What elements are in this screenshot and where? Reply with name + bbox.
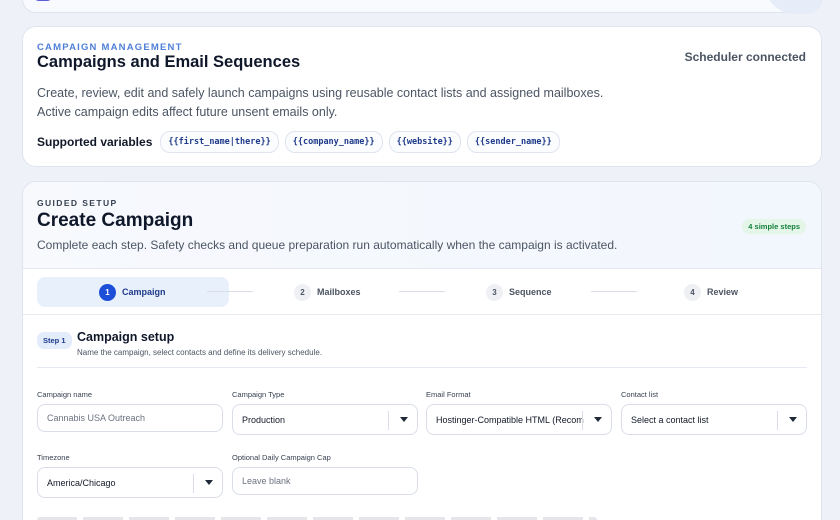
variable-chip-sender-name[interactable]: {{sender_name}} bbox=[466, 131, 560, 153]
timezone-label: Timezone bbox=[37, 453, 70, 462]
contact-list-select[interactable]: Select a contact list bbox=[621, 404, 807, 435]
steps-count-badge: 4 simple steps bbox=[742, 219, 806, 234]
email-format-field-group: Email Format Hostinger-Compatible HTML (… bbox=[426, 390, 612, 435]
daily-cap-box bbox=[232, 467, 418, 495]
stepper-step-sequence[interactable]: 3 Sequence bbox=[486, 277, 552, 307]
select-divider bbox=[582, 411, 583, 430]
variable-chip-first-name[interactable]: {{first_name|there}} bbox=[160, 131, 279, 153]
variable-chip-company-name[interactable]: {{company_name}} bbox=[284, 131, 383, 153]
step-number-2: 2 bbox=[294, 283, 311, 301]
campaign-name-box bbox=[37, 404, 223, 432]
campaign-type-value: Production bbox=[242, 414, 286, 425]
select-divider bbox=[388, 411, 389, 430]
top-header-card bbox=[22, 0, 822, 14]
supported-variables-row: Supported variables {{first_name|there}}… bbox=[37, 131, 560, 153]
step-label-review: Review bbox=[707, 287, 739, 297]
chevron-down-icon bbox=[205, 480, 213, 485]
create-campaign-header: GUIDED SETUP Create Campaign Complete ea… bbox=[23, 182, 821, 269]
management-description: Create, review, edit and safely launch c… bbox=[37, 86, 604, 119]
timezone-field-group: Timezone America/Chicago bbox=[37, 453, 223, 498]
contact-list-value: Select a contact list bbox=[631, 414, 709, 425]
create-campaign-description: Complete each step. Safety checks and qu… bbox=[37, 238, 618, 252]
campaign-type-label: Campaign Type bbox=[232, 390, 285, 399]
daily-cap-field-group: Optional Daily Campaign Cap bbox=[232, 453, 418, 495]
contact-list-label: Contact list bbox=[621, 390, 659, 399]
campaign-type-field-group: Campaign Type Production bbox=[232, 390, 418, 435]
stepper-connector bbox=[399, 291, 445, 292]
timezone-value: America/Chicago bbox=[47, 477, 116, 488]
campaign-name-input[interactable] bbox=[47, 413, 222, 423]
email-format-value: Hostinger-Compatible HTML (Recom bbox=[436, 414, 584, 425]
select-divider bbox=[777, 411, 778, 430]
contact-list-field-group: Contact list Select a contact list bbox=[621, 390, 807, 435]
step-number-1: 1 bbox=[99, 283, 116, 301]
header-pill bbox=[765, 0, 821, 14]
management-title: Campaigns and Email Sequences bbox=[37, 53, 301, 71]
step-label-sequence: Sequence bbox=[509, 287, 552, 297]
select-divider bbox=[193, 474, 194, 493]
setup-stepper: 1 Campaign 2 Mailboxes 3 Sequence 4 Revi… bbox=[23, 269, 821, 315]
chevron-down-icon bbox=[594, 417, 602, 422]
variable-chip-website[interactable]: {{website}} bbox=[388, 131, 461, 153]
email-format-select[interactable]: Hostinger-Compatible HTML (Recom bbox=[426, 404, 612, 435]
step-label-mailboxes: Mailboxes bbox=[317, 287, 361, 297]
chevron-down-icon bbox=[789, 417, 797, 422]
stepper-connector bbox=[207, 291, 253, 292]
scheduler-status: Scheduler connected bbox=[684, 50, 806, 64]
guided-setup-eyebrow: GUIDED SETUP bbox=[37, 198, 118, 208]
step-number-3: 3 bbox=[486, 283, 503, 301]
stepper-step-review[interactable]: 4 Review bbox=[684, 277, 738, 307]
daily-cap-input[interactable] bbox=[242, 476, 417, 486]
email-format-label: Email Format bbox=[426, 390, 471, 399]
campaign-setup-subtitle: Name the campaign, select contacts and d… bbox=[77, 348, 323, 357]
create-campaign-title: Create Campaign bbox=[37, 210, 194, 231]
campaign-setup-header: Step 1 Campaign setup Name the campaign,… bbox=[37, 330, 807, 368]
campaign-type-select[interactable]: Production bbox=[232, 404, 418, 435]
step-number-4: 4 bbox=[684, 283, 701, 301]
step-label-campaign: Campaign bbox=[122, 287, 166, 297]
app-logo-icon bbox=[33, 0, 53, 1]
chevron-down-icon bbox=[400, 417, 408, 422]
step-tag: Step 1 bbox=[37, 332, 72, 349]
management-eyebrow: CAMPAIGN MANAGEMENT bbox=[37, 42, 183, 53]
stepper-step-campaign[interactable]: 1 Campaign bbox=[37, 277, 229, 307]
timezone-select[interactable]: America/Chicago bbox=[37, 467, 223, 498]
daily-cap-label: Optional Daily Campaign Cap bbox=[232, 453, 331, 462]
stepper-step-mailboxes[interactable]: 2 Mailboxes bbox=[294, 277, 361, 307]
create-campaign-card: GUIDED SETUP Create Campaign Complete ea… bbox=[22, 181, 822, 520]
campaign-management-card: CAMPAIGN MANAGEMENT Campaigns and Email … bbox=[22, 26, 822, 167]
campaign-setup-title: Campaign setup bbox=[77, 330, 175, 344]
variables-label: Supported variables bbox=[37, 135, 153, 149]
campaign-name-label: Campaign name bbox=[37, 390, 93, 399]
campaign-name-field-group: Campaign name bbox=[37, 390, 223, 432]
stepper-connector bbox=[591, 291, 637, 292]
